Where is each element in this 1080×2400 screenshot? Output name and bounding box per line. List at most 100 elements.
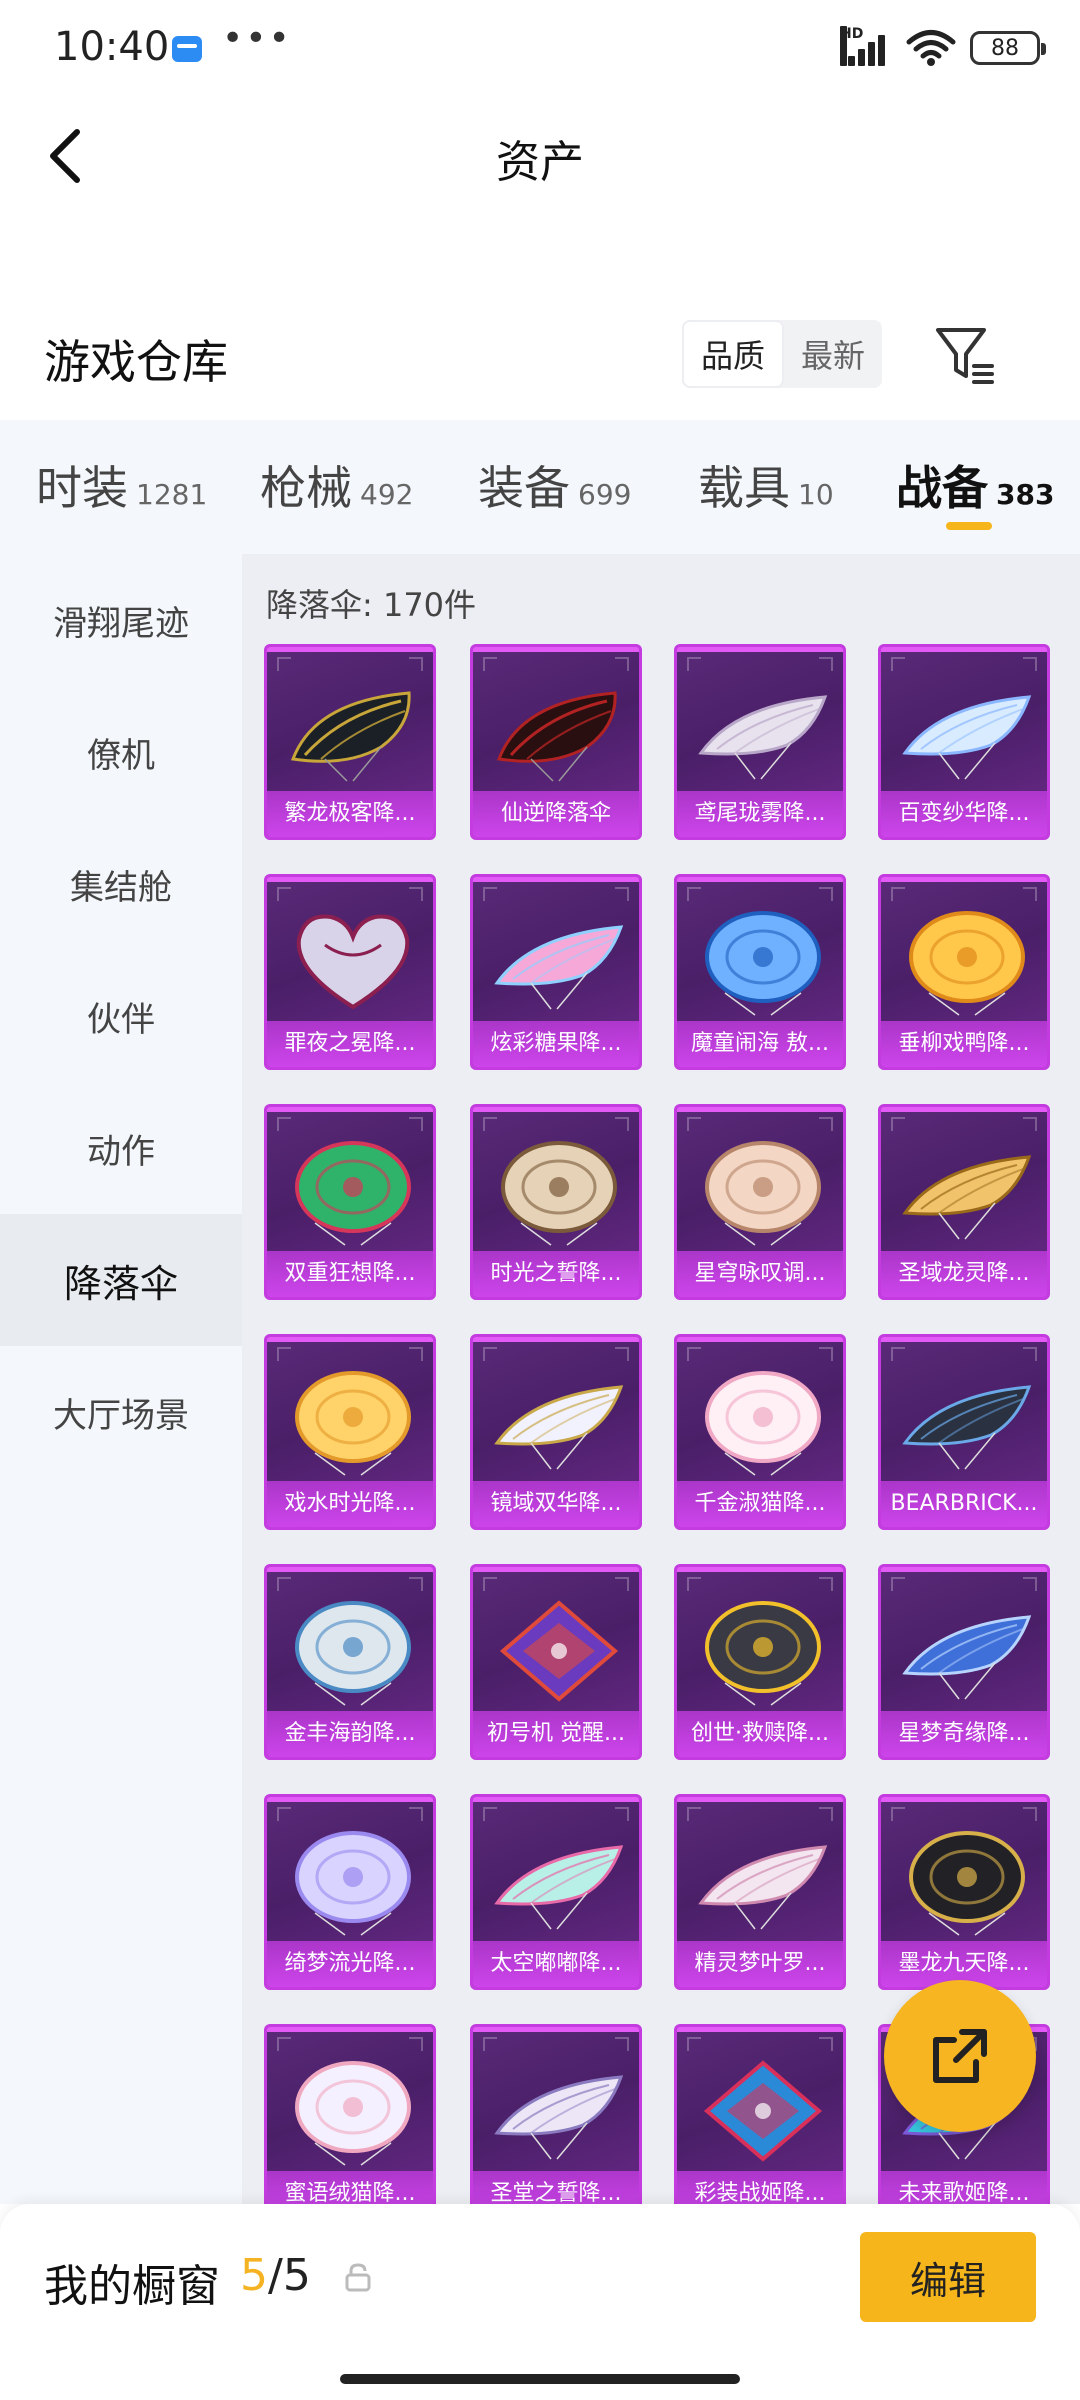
sort-option-quality[interactable]: 品质 bbox=[682, 320, 784, 388]
item-name: 镜域双华降... bbox=[473, 1481, 639, 1527]
sidebar-item-wingman[interactable]: 僚机 bbox=[0, 686, 242, 818]
item-name: 圣域龙灵降... bbox=[881, 1251, 1047, 1297]
tab-fashion[interactable]: 时装 1281 bbox=[36, 452, 207, 518]
item-card[interactable]: 星梦奇缘降... bbox=[878, 1564, 1050, 1760]
sidebar-item-companion[interactable]: 伙伴 bbox=[0, 950, 242, 1082]
item-card[interactable]: 千金淑猫降... bbox=[674, 1334, 846, 1530]
share-external-icon bbox=[933, 2029, 987, 2083]
status-time: 10:40 bbox=[54, 24, 170, 70]
item-card[interactable]: 鸢尾珑雾降... bbox=[674, 644, 846, 840]
parachute-icon bbox=[494, 1385, 624, 1470]
parachute-icon bbox=[705, 911, 821, 1016]
item-card[interactable]: 双重狂想降... bbox=[264, 1104, 436, 1300]
sort-option-newest[interactable]: 最新 bbox=[784, 320, 882, 388]
item-card[interactable]: 时光之誓降... bbox=[470, 1104, 642, 1300]
item-card[interactable]: 罪夜之冕降... bbox=[264, 874, 436, 1070]
share-button[interactable] bbox=[884, 1980, 1036, 2132]
item-card[interactable]: BEARBRICK... bbox=[878, 1334, 1050, 1530]
item-name: 初号机 觉醒... bbox=[473, 1711, 639, 1757]
item-card[interactable]: 戏水时光降... bbox=[264, 1334, 436, 1530]
item-content-panel: 降落伞: 170件 繁龙极客降... 仙逆降落伞 鸢尾珑雾降... 百变纱华降.… bbox=[242, 554, 1080, 2204]
sub-category-sidebar: 滑翔尾迹 僚机 集结舱 伙伴 动作 降落伞 大厅场景 bbox=[0, 554, 242, 2204]
parachute-icon bbox=[295, 1601, 411, 1706]
parachute-icon bbox=[705, 1141, 821, 1246]
item-card[interactable]: 蜜语绒猫降... bbox=[264, 2024, 436, 2204]
parachute-icon bbox=[902, 1615, 1032, 1700]
card-corner-decoration bbox=[277, 2037, 291, 2051]
item-card[interactable]: 星穹咏叹调... bbox=[674, 1104, 846, 1300]
item-card[interactable]: 绮梦流光降... bbox=[264, 1794, 436, 1990]
more-notifications-icon: ••• bbox=[222, 18, 292, 59]
battery-indicator: 88 bbox=[970, 31, 1046, 65]
app-root: 10:40 ••• HD 88 资产 游戏仓库 品质 最新 时装 1281 枪械… bbox=[0, 0, 1080, 2400]
tab-count: 383 bbox=[996, 478, 1055, 511]
card-corner-decoration bbox=[819, 1807, 833, 1821]
tab-tactical[interactable]: 战备 383 bbox=[896, 452, 1054, 518]
page-title: 资产 bbox=[496, 137, 584, 188]
parachute-icon bbox=[698, 1845, 828, 1930]
card-corner-decoration bbox=[1023, 1117, 1037, 1131]
item-card[interactable]: 繁龙极客降... bbox=[264, 644, 436, 840]
item-card[interactable]: 仙逆降落伞 bbox=[470, 644, 642, 840]
card-corner-decoration bbox=[1023, 1577, 1037, 1591]
item-name: 双重狂想降... bbox=[267, 1251, 433, 1297]
sidebar-item-parachute[interactable]: 降落伞 bbox=[0, 1214, 242, 1346]
sidebar-item-lobby-scene[interactable]: 大厅场景 bbox=[0, 1346, 242, 1478]
item-name: 彩装战姬降... bbox=[677, 2171, 843, 2204]
card-corner-decoration bbox=[891, 1807, 905, 1821]
card-corner-decoration bbox=[483, 1347, 497, 1361]
item-card[interactable]: 圣堂之誓降... bbox=[470, 2024, 642, 2204]
parachute-icon bbox=[296, 914, 410, 1010]
item-card[interactable]: 彩装战姬降... bbox=[674, 2024, 846, 2204]
item-name: 星梦奇缘降... bbox=[881, 1711, 1047, 1757]
item-name: 繁龙极客降... bbox=[267, 791, 433, 837]
item-card[interactable]: 圣域龙灵降... bbox=[878, 1104, 1050, 1300]
active-tab-indicator bbox=[946, 522, 992, 530]
item-card[interactable]: 金丰海韵降... bbox=[264, 1564, 436, 1760]
tab-vehicles[interactable]: 载具 10 bbox=[698, 452, 834, 518]
card-corner-decoration bbox=[819, 887, 833, 901]
item-card[interactable]: 镜域双华降... bbox=[470, 1334, 642, 1530]
card-corner-decoration bbox=[891, 887, 905, 901]
item-name: BEARBRICK... bbox=[881, 1481, 1047, 1527]
card-corner-decoration bbox=[615, 1807, 629, 1821]
sidebar-item-rally-pod[interactable]: 集结舱 bbox=[0, 818, 242, 950]
card-corner-decoration bbox=[891, 1347, 905, 1361]
item-card[interactable]: 百变纱华降... bbox=[878, 644, 1050, 840]
network-type-label: HD bbox=[840, 26, 863, 66]
item-name: 圣堂之誓降... bbox=[473, 2171, 639, 2204]
item-card[interactable]: 精灵梦叶罗... bbox=[674, 1794, 846, 1990]
showcase-label: 我的橱窗 bbox=[44, 2261, 220, 2312]
card-corner-decoration bbox=[615, 1347, 629, 1361]
card-corner-decoration bbox=[615, 1577, 629, 1591]
parachute-icon bbox=[698, 695, 828, 780]
tab-count: 1281 bbox=[136, 478, 208, 511]
item-card[interactable]: 初号机 觉醒... bbox=[470, 1564, 642, 1760]
card-corner-decoration bbox=[409, 887, 423, 901]
tab-label: 时装 bbox=[36, 461, 128, 515]
card-corner-decoration bbox=[483, 1577, 497, 1591]
item-card[interactable]: 炫彩糖果降... bbox=[470, 874, 642, 1070]
card-corner-decoration bbox=[687, 1577, 701, 1591]
item-card[interactable]: 创世·救赎降... bbox=[674, 1564, 846, 1760]
card-corner-decoration bbox=[819, 1577, 833, 1591]
tab-guns[interactable]: 枪械 492 bbox=[260, 452, 413, 518]
edit-button[interactable]: 编辑 bbox=[860, 2232, 1036, 2322]
sidebar-item-emote[interactable]: 动作 bbox=[0, 1082, 242, 1214]
parachute-icon bbox=[909, 911, 1025, 1016]
tab-label: 装备 bbox=[478, 461, 570, 515]
filter-button[interactable] bbox=[932, 320, 998, 388]
card-corner-decoration bbox=[615, 1117, 629, 1131]
card-corner-decoration bbox=[687, 1807, 701, 1821]
item-card[interactable]: 墨龙九天降... bbox=[878, 1794, 1050, 1990]
sidebar-item-glide-trail[interactable]: 滑翔尾迹 bbox=[0, 554, 242, 686]
item-card[interactable]: 垂柳戏鸭降... bbox=[878, 874, 1050, 1070]
item-card[interactable]: 太空嘟嘟降... bbox=[470, 1794, 642, 1990]
item-card[interactable]: 魔童闹海 敖... bbox=[674, 874, 846, 1070]
parachute-icon bbox=[494, 2075, 624, 2160]
item-name: 魔童闹海 敖... bbox=[677, 1021, 843, 1067]
filter-icon bbox=[936, 328, 994, 384]
card-corner-decoration bbox=[891, 1117, 905, 1131]
parachute-icon bbox=[705, 1371, 821, 1476]
tab-equipment[interactable]: 装备 699 bbox=[478, 452, 631, 518]
